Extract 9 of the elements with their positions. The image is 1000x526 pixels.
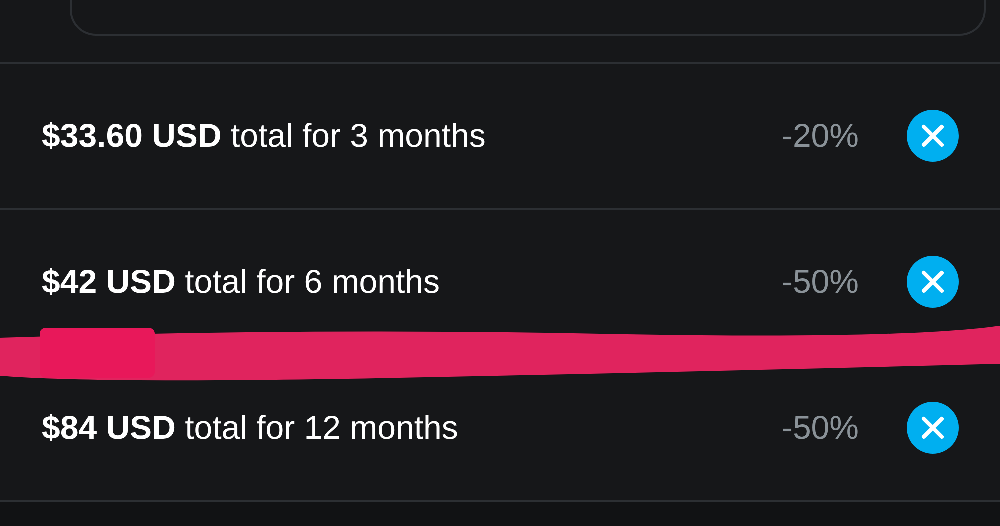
remove-icon[interactable] <box>907 110 959 162</box>
discount-label: -50% <box>782 409 859 447</box>
bundle-price: $42 USD total for 6 months <box>42 263 442 301</box>
bundle-price: $33.60 USD total for 3 months <box>42 117 487 155</box>
remove-icon[interactable] <box>907 256 959 308</box>
discount-label: -50% <box>782 263 859 301</box>
bundle-price: $84 USD total for 12 months <box>42 409 460 447</box>
remove-icon[interactable] <box>907 402 959 454</box>
discount-label: -20% <box>782 117 859 155</box>
